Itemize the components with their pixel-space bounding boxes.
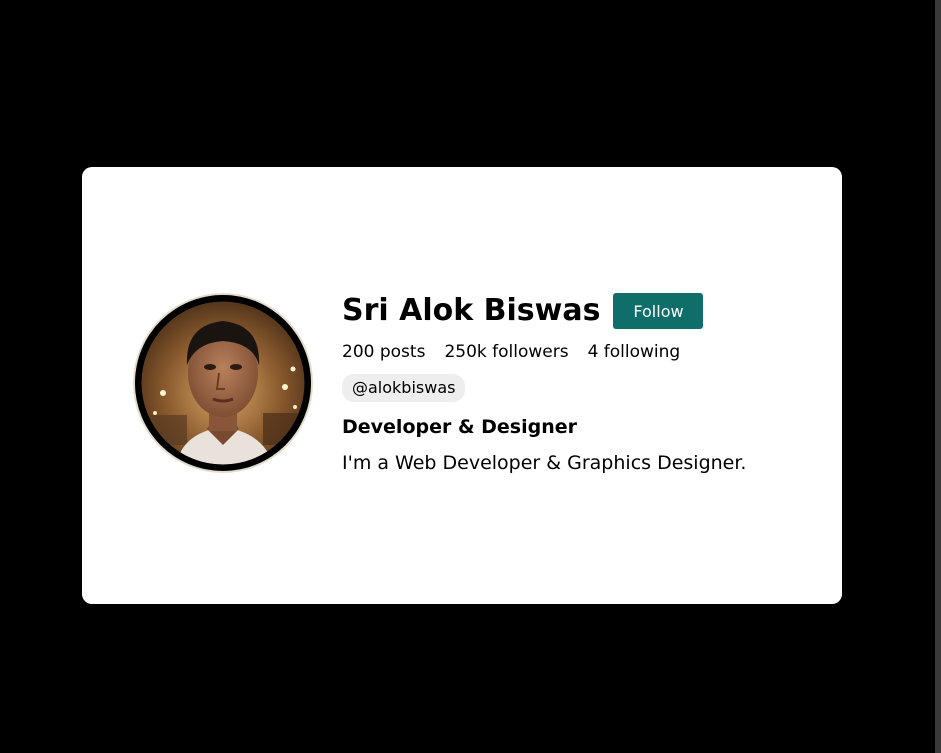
following-count: 4 following <box>587 342 681 362</box>
profile-stats: 200 posts 250k followers 4 following <box>342 341 746 363</box>
profile-bio: I'm a Web Developer & Graphics Designer. <box>342 452 747 474</box>
profile-info: Sri Alok Biswas Follow 200 posts 250k fo… <box>342 292 746 475</box>
username-handle: @alokbiswas <box>342 374 466 402</box>
followers-count: 250k followers <box>444 342 569 362</box>
profile-headline: Developer & Designer <box>342 416 578 438</box>
scrollbar[interactable] <box>935 0 941 753</box>
scrollbar-thumb[interactable] <box>935 0 941 753</box>
name-row: Sri Alok Biswas Follow <box>342 292 746 330</box>
avatar-photo <box>135 295 311 471</box>
avatar <box>133 293 313 473</box>
follow-button[interactable]: Follow <box>613 293 704 329</box>
profile-card: Sri Alok Biswas Follow 200 posts 250k fo… <box>82 167 842 604</box>
posts-count: 200 posts <box>342 342 426 362</box>
profile-name: Sri Alok Biswas <box>342 293 601 328</box>
